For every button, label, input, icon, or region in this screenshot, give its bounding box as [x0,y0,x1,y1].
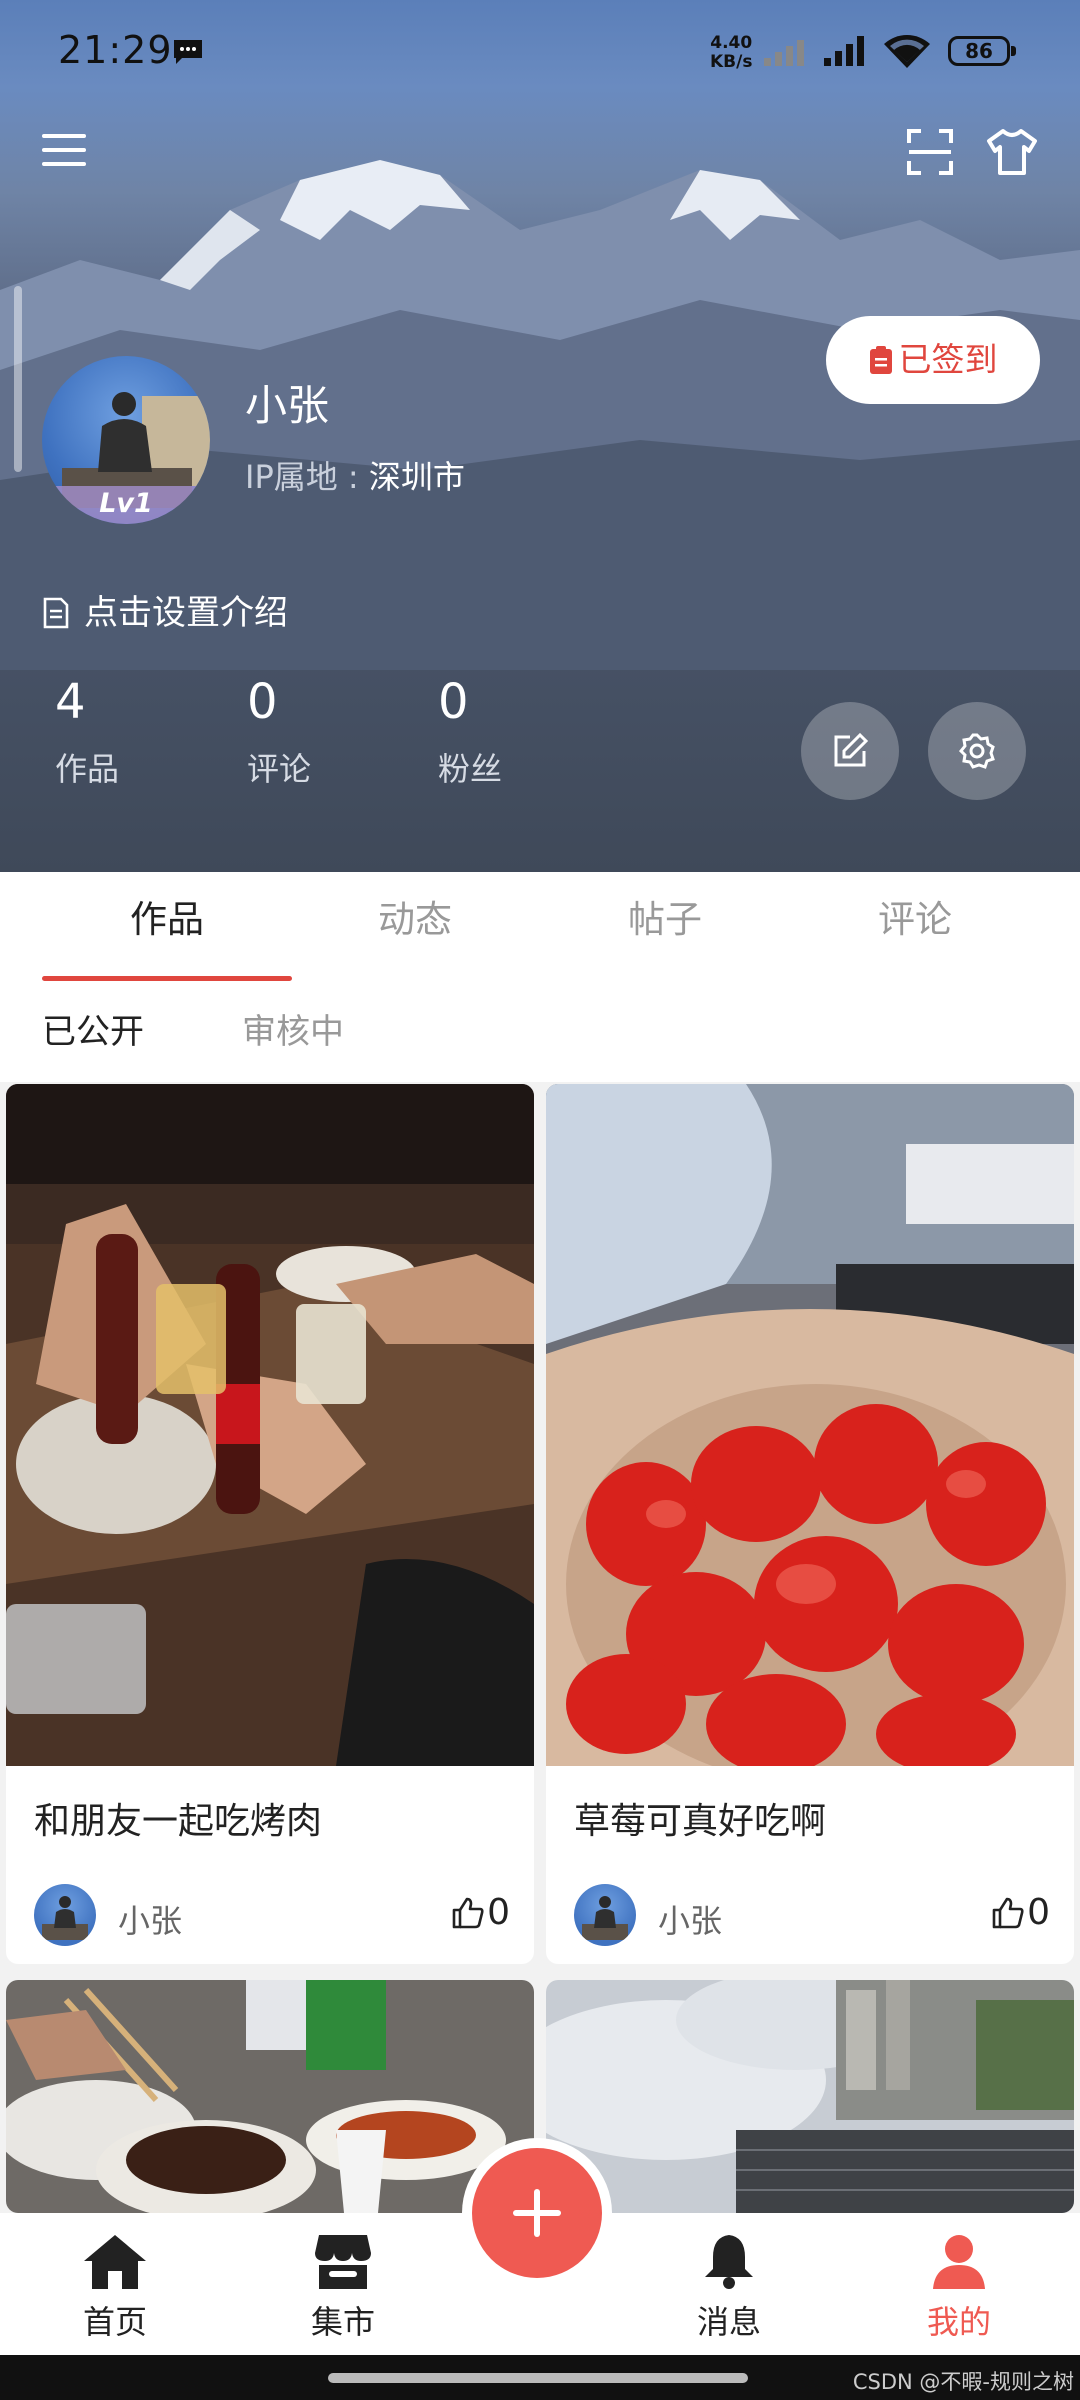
nav-market[interactable]: 集市 [273,2213,413,2343]
subtab-reviewing[interactable]: 审核中 [242,982,344,1082]
edit-profile-button[interactable] [801,702,899,800]
author-avatar [574,1884,636,1946]
cola-toast-photo [6,1084,534,1766]
thumbs-up-icon [992,1897,1024,1929]
nav-home[interactable]: 首页 [45,2213,185,2343]
post-card[interactable]: 草莓可真好吃啊 小张 0 [546,1084,1074,1964]
tab-posts[interactable]: 帖子 [540,872,790,982]
post-author: 小张 [658,1902,723,1940]
document-icon [43,597,69,629]
post-author: 小张 [118,1902,183,1940]
tab-activity[interactable]: 动态 [290,872,540,982]
post-card[interactable] [546,1980,1074,2213]
net-speed: 4.40 KB/s [710,33,753,72]
clipboard-icon [869,346,892,374]
like-button[interactable]: 0 [451,1892,510,1933]
shirt-icon[interactable] [985,127,1039,177]
menu-icon[interactable] [40,130,90,170]
settings-button[interactable] [928,702,1026,800]
nav-mine[interactable]: 我的 [889,2213,1029,2343]
post-title: 和朋友一起吃烤肉 [34,1801,323,1842]
tab-comments[interactable]: 评论 [790,872,1040,982]
scroll-indicator [14,286,22,472]
active-tab-indicator [42,976,292,981]
author-avatar [34,1884,96,1946]
level-badge: Lv1 [42,486,210,524]
home-icon [84,2235,146,2289]
content-tabs: 作品 动态 帖子 评论 [0,872,1080,983]
profile-header: 21:29 4.40 KB/s 86 Lv1 小张 IP属地 : 深圳市 已签到 … [0,0,1080,872]
market-icon [315,2235,371,2289]
home-indicator[interactable] [328,2373,748,2383]
stat-fans[interactable]: 0 粉丝 [438,672,502,790]
watermark: CSDN @不暇-规则之树 [852,2370,1074,2394]
stat-comments[interactable]: 0 评论 [247,672,311,790]
stat-works[interactable]: 4 作品 [55,672,119,790]
post-title: 草莓可真好吃啊 [574,1801,827,1842]
sign-in-button[interactable]: 已签到 [826,316,1040,404]
nav-messages[interactable]: 消息 [659,2213,799,2343]
wifi-icon [884,35,930,68]
intro-prompt[interactable]: 点击设置介绍 [42,585,288,634]
ip-location: IP属地 : 深圳市 [245,458,465,496]
visibility-tabs: 已公开 审核中 [0,982,1080,1082]
edit-icon [834,732,869,767]
username: 小张 [245,381,330,430]
plus-icon [513,2189,561,2237]
status-time: 21:29 [58,28,173,72]
message-notification-icon [174,40,202,64]
person-icon [933,2235,985,2289]
scan-icon[interactable] [905,127,955,177]
city-skyline-photo [546,1980,1074,2213]
gear-icon [958,733,995,769]
bell-icon [705,2235,753,2289]
post-card[interactable]: 和朋友一起吃烤肉 小张 0 [6,1084,534,1964]
post-card[interactable] [6,1980,534,2213]
signal-weak-icon [764,40,804,66]
like-button[interactable]: 0 [991,1892,1050,1933]
strawberry-bowl-photo [546,1084,1074,1766]
status-bar: 21:29 4.40 KB/s 86 [0,0,1080,100]
signal-strong-icon [824,36,864,66]
battery-indicator: 86 [948,36,1016,66]
subtab-public[interactable]: 已公开 [42,982,144,1082]
thumbs-up-icon [452,1897,484,1929]
avatar[interactable]: Lv1 [42,356,210,524]
dinner-table-photo [6,1980,534,2213]
create-post-button[interactable] [472,2148,602,2278]
tab-works[interactable]: 作品 [42,872,292,982]
